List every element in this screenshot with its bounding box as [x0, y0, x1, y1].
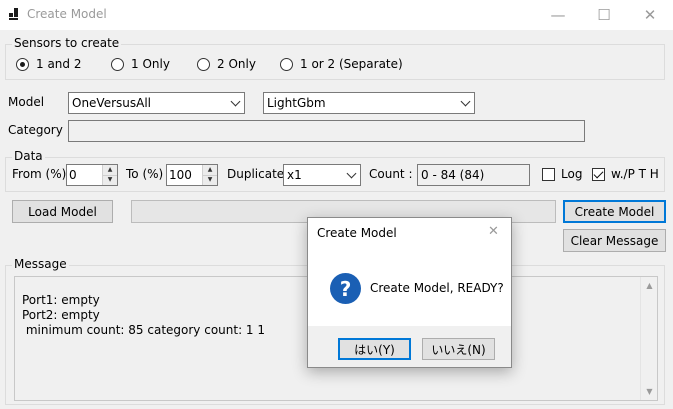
message-scrollbar[interactable]: ▲ ▼: [640, 277, 657, 400]
radio-indicator: [16, 57, 29, 71]
log-checkbox[interactable]: Log: [542, 167, 582, 181]
to-label: To (%): [126, 167, 164, 181]
category-field[interactable]: [68, 120, 585, 142]
dialog-message: Create Model, READY?: [370, 281, 504, 295]
dialog-title: Create Model: [317, 226, 397, 240]
chevron-down-icon: [343, 165, 360, 185]
clear-message-button[interactable]: Clear Message: [563, 229, 666, 252]
to-percent-value: 100: [169, 168, 192, 182]
stepper-buttons[interactable]: ▲ ▼: [202, 165, 217, 185]
yes-button[interactable]: はい(Y): [338, 338, 411, 360]
stepper-buttons[interactable]: ▲ ▼: [102, 165, 117, 185]
no-button[interactable]: いいえ(N): [422, 338, 495, 360]
create-model-button[interactable]: Create Model: [563, 200, 666, 223]
algorithm-combo[interactable]: LightGbm: [263, 92, 475, 114]
sensors-group-label: Sensors to create: [12, 36, 122, 50]
dialog-footer: はい(Y) いいえ(N): [308, 326, 511, 367]
stepper-up-icon: ▲: [203, 165, 217, 176]
message-text: Port1: empty Port2: empty minimum count:…: [22, 293, 266, 337]
message-group-label: Message: [12, 257, 69, 271]
wpth-checkbox[interactable]: w./P T H: [592, 167, 659, 181]
scroll-up-icon[interactable]: ▲: [641, 277, 658, 294]
count-value: 0 - 84 (84): [417, 164, 530, 186]
scroll-down-icon[interactable]: ▼: [641, 383, 658, 400]
log-label: Log: [561, 167, 583, 181]
data-group-label: Data: [12, 149, 45, 163]
radio-label: 1 Only: [131, 57, 170, 71]
wpth-label: w./P T H: [611, 167, 659, 181]
stepper-down-icon: ▼: [203, 175, 217, 185]
minimize-button[interactable]: —: [535, 0, 581, 30]
load-model-button[interactable]: Load Model: [12, 200, 113, 223]
model-type-value: OneVersusAll: [72, 96, 152, 110]
category-label: Category: [8, 123, 63, 137]
model-label: Model: [8, 95, 45, 109]
title-bar: Create Model — ☐ ✕: [0, 0, 673, 30]
radio-1-or-2-separate[interactable]: 1 or 2 (Separate): [280, 57, 403, 71]
stepper-down-icon: ▼: [103, 175, 117, 185]
chevron-down-icon: [227, 93, 244, 113]
model-type-combo[interactable]: OneVersusAll: [68, 92, 245, 114]
maximize-button[interactable]: ☐: [581, 0, 627, 30]
radio-indicator: [111, 57, 124, 71]
stepper-up-icon: ▲: [103, 165, 117, 176]
radio-label: 2 Only: [217, 57, 256, 71]
radio-label: 1 or 2 (Separate): [300, 57, 403, 71]
question-icon: ?: [330, 273, 361, 304]
close-button[interactable]: ✕: [627, 0, 673, 30]
count-label: Count :: [369, 167, 413, 181]
radio-label: 1 and 2: [36, 57, 82, 71]
duplicate-combo[interactable]: x1: [283, 164, 361, 186]
checkbox-indicator: [592, 167, 605, 181]
radio-1-and-2[interactable]: 1 and 2: [16, 57, 81, 71]
duplicate-label: Duplicate: [227, 167, 285, 181]
from-label: From (%): [12, 167, 67, 181]
radio-indicator: [280, 57, 293, 71]
app-icon: [9, 8, 21, 20]
window-title: Create Model: [27, 7, 107, 21]
from-percent-stepper[interactable]: 0 ▲ ▼: [66, 164, 118, 186]
algorithm-value: LightGbm: [267, 96, 326, 110]
checkbox-indicator: [542, 167, 555, 181]
radio-1-only[interactable]: 1 Only: [111, 57, 170, 71]
duplicate-value: x1: [287, 168, 302, 182]
dialog-close-icon[interactable]: ✕: [488, 224, 499, 239]
confirm-dialog: Create Model ✕ ? Create Model, READY? はい…: [307, 217, 512, 368]
from-percent-value: 0: [69, 168, 77, 182]
chevron-down-icon: [457, 93, 474, 113]
radio-indicator: [197, 57, 210, 71]
radio-2-only[interactable]: 2 Only: [197, 57, 256, 71]
to-percent-stepper[interactable]: 100 ▲ ▼: [166, 164, 218, 186]
